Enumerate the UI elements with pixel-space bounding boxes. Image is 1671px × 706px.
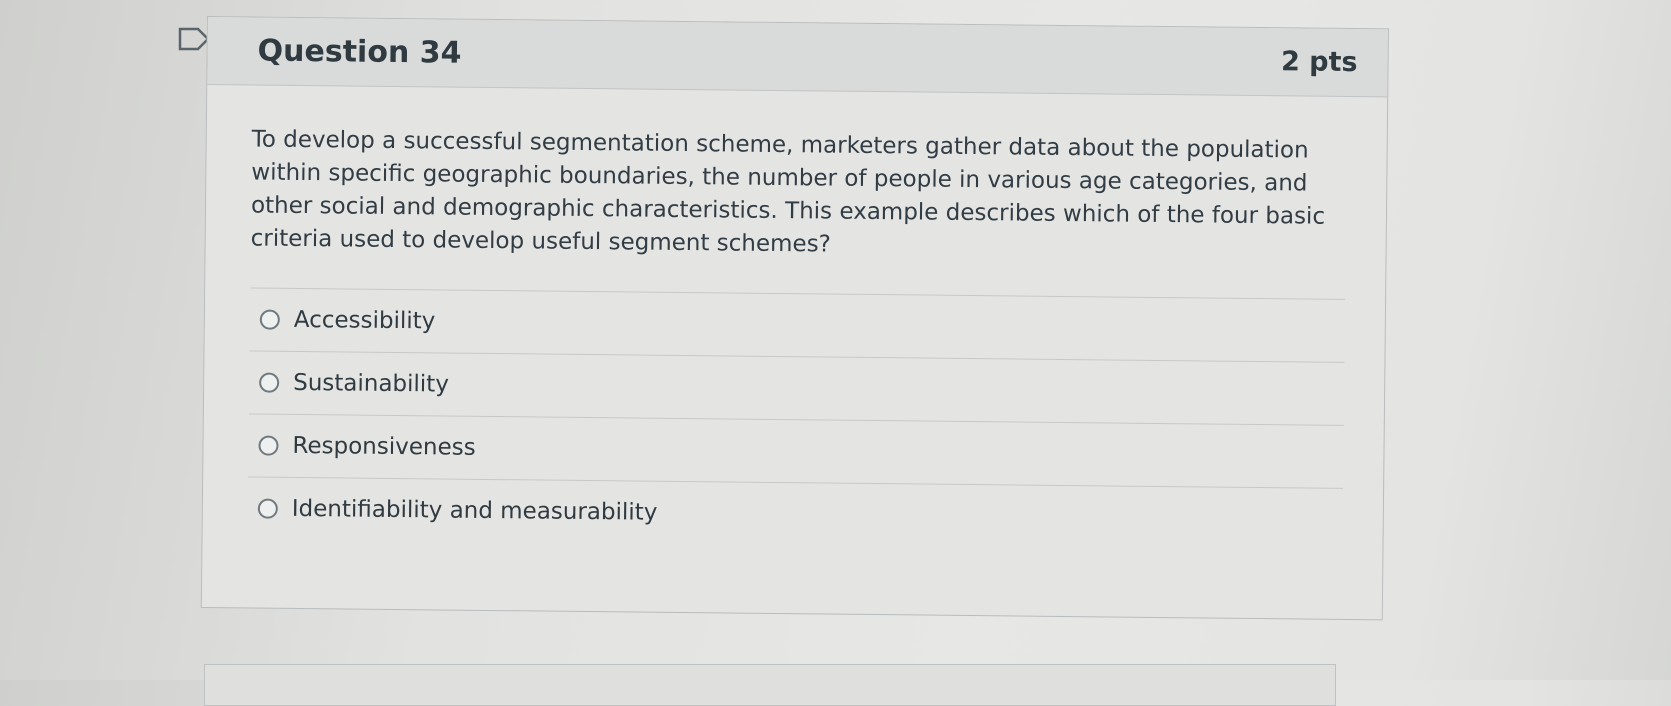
- question-body: To develop a successful segmentation sch…: [203, 85, 1388, 551]
- answer-option-accessibility[interactable]: Accessibility: [249, 287, 1346, 362]
- question-text: To develop a successful segmentation sch…: [250, 126, 1326, 258]
- radio-button[interactable]: [259, 309, 280, 330]
- radio-button[interactable]: [257, 498, 278, 519]
- answer-label[interactable]: Accessibility: [294, 307, 436, 334]
- question-title: Question 34: [257, 33, 462, 71]
- answer-list: Accessibility Sustainability Responsiven…: [247, 287, 1346, 551]
- answer-label[interactable]: Responsiveness: [292, 433, 475, 461]
- question-card: Question 34 2 pts To develop a successfu…: [200, 16, 1389, 621]
- question-points: 2 pts: [1280, 46, 1358, 79]
- answer-label[interactable]: Sustainability: [293, 370, 449, 398]
- radio-button[interactable]: [259, 372, 280, 393]
- answer-option-responsiveness[interactable]: Responsiveness: [248, 413, 1344, 488]
- answer-label[interactable]: Identifiability and measurability: [292, 496, 658, 526]
- flag-question-icon[interactable]: [178, 27, 210, 51]
- question-header: Question 34 2 pts: [207, 17, 1388, 98]
- answer-option-sustainability[interactable]: Sustainability: [248, 350, 1345, 425]
- radio-button[interactable]: [258, 435, 279, 456]
- answer-option-identifiability[interactable]: Identifiability and measurability: [247, 476, 1344, 551]
- next-question-card: [204, 664, 1336, 706]
